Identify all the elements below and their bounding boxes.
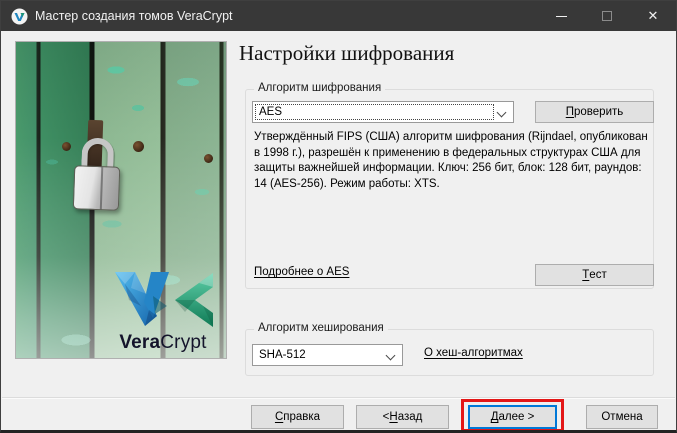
close-icon[interactable]: ✕ [630, 1, 676, 31]
encryption-group-label: Алгоритм шифрования [254, 82, 385, 94]
padlock-icon [73, 137, 122, 213]
hash-algorithm-group: Алгоритм хеширования SHA-512 О хеш-алгор… [245, 329, 654, 376]
more-about-aes-link[interactable]: Подробнее о AES [254, 266, 349, 278]
wizard-window: Мастер создания томов VeraCrypt ✕ [0, 0, 677, 433]
veracrypt-logo-mark [111, 272, 215, 330]
red-highlight-annotation [461, 399, 564, 432]
hash-group-label: Алгоритм хеширования [254, 322, 388, 334]
rust-bolt [62, 142, 71, 151]
hash-algorithm-select[interactable]: SHA-512 [252, 344, 403, 366]
encryption-algorithm-group: Алгоритм шифрования AES Проверить Утверж… [245, 89, 654, 289]
chevron-down-icon [386, 351, 396, 361]
check-button[interactable]: Проверить [535, 101, 654, 123]
veracrypt-app-icon [11, 8, 28, 25]
page-title: Настройки шифрования [239, 41, 454, 66]
veracrypt-logo: VeraCrypt [104, 272, 222, 353]
chevron-down-icon [497, 108, 507, 118]
test-button[interactable]: Тест [535, 264, 654, 286]
back-button[interactable]: < Назад [356, 405, 449, 429]
hash-algorithms-link[interactable]: О хеш-алгоритмах [424, 347, 523, 359]
maximize-icon [584, 1, 630, 31]
encryption-algorithm-select[interactable]: AES [252, 101, 514, 123]
algorithm-description: Утверждённый FIPS (США) алгоритм шифрова… [254, 130, 656, 192]
cancel-button[interactable]: Отмена [586, 405, 658, 429]
help-button[interactable]: Справка [251, 405, 344, 429]
window-title: Мастер создания томов VeraCrypt [35, 1, 233, 31]
titlebar: Мастер создания томов VeraCrypt ✕ [1, 1, 676, 31]
hash-algorithm-value: SHA-512 [259, 349, 306, 361]
rust-bolt [133, 141, 144, 152]
padlock-body [73, 165, 121, 211]
encryption-algorithm-value: AES [259, 106, 282, 118]
door-photo: VeraCrypt [15, 41, 227, 359]
rust-bolt [204, 154, 213, 163]
veracrypt-wordmark: VeraCrypt [104, 332, 222, 353]
footer-separator [2, 397, 675, 399]
minimize-icon[interactable] [538, 1, 584, 31]
